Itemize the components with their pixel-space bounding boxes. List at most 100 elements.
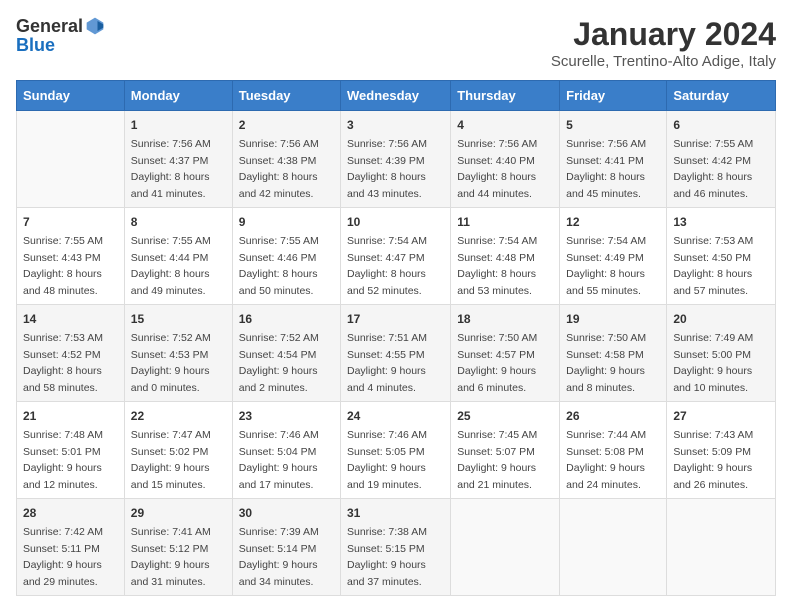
calendar-cell: 10 Sunrise: 7:54 AMSunset: 4:47 PMDayligh… (341, 208, 451, 305)
day-info: Sunrise: 7:56 AMSunset: 4:39 PMDaylight:… (347, 138, 427, 200)
col-tuesday: Tuesday (232, 81, 340, 111)
day-info: Sunrise: 7:45 AMSunset: 5:07 PMDaylight:… (457, 429, 537, 491)
calendar-cell: 22 Sunrise: 7:47 AMSunset: 5:02 PMDayligh… (124, 402, 232, 499)
day-number: 16 (239, 310, 334, 328)
day-info: Sunrise: 7:51 AMSunset: 4:55 PMDaylight:… (347, 332, 427, 394)
calendar-cell (17, 111, 125, 208)
calendar-cell: 23 Sunrise: 7:46 AMSunset: 5:04 PMDayligh… (232, 402, 340, 499)
calendar-cell: 14 Sunrise: 7:53 AMSunset: 4:52 PMDayligh… (17, 305, 125, 402)
calendar-cell: 2 Sunrise: 7:56 AMSunset: 4:38 PMDaylight… (232, 111, 340, 208)
day-number: 11 (457, 213, 553, 231)
day-number: 8 (131, 213, 226, 231)
day-info: Sunrise: 7:52 AMSunset: 4:54 PMDaylight:… (239, 332, 319, 394)
day-info: Sunrise: 7:55 AMSunset: 4:42 PMDaylight:… (673, 138, 753, 200)
calendar-cell: 20Sunrise: 7:49 AMSunset: 5:00 PMDayligh… (667, 305, 776, 402)
day-number: 25 (457, 407, 553, 425)
title-area: January 2024 Scurelle, Trentino-Alto Adi… (551, 16, 776, 70)
day-info: Sunrise: 7:47 AMSunset: 5:02 PMDaylight:… (131, 429, 211, 491)
col-friday: Friday (560, 81, 667, 111)
calendar-cell: 1Sunrise: 7:56 AMSunset: 4:37 PMDaylight… (124, 111, 232, 208)
day-number: 23 (239, 407, 334, 425)
calendar-cell: 27 Sunrise: 7:43 AMSunset: 5:09 PMDayligh… (667, 402, 776, 499)
day-number: 24 (347, 407, 444, 425)
calendar-cell: 5 Sunrise: 7:56 AMSunset: 4:41 PMDaylight… (560, 111, 667, 208)
calendar-cell: 26 Sunrise: 7:44 AMSunset: 5:08 PMDayligh… (560, 402, 667, 499)
day-info: Sunrise: 7:56 AMSunset: 4:40 PMDaylight:… (457, 138, 537, 200)
day-info: Sunrise: 7:56 AMSunset: 4:38 PMDaylight:… (239, 138, 319, 200)
day-number: 15 (131, 310, 226, 328)
calendar-week-row: 1Sunrise: 7:56 AMSunset: 4:37 PMDaylight… (17, 111, 776, 208)
day-info: Sunrise: 7:52 AMSunset: 4:53 PMDaylight:… (131, 332, 211, 394)
day-number: 5 (566, 116, 660, 134)
calendar-cell: 25 Sunrise: 7:45 AMSunset: 5:07 PMDayligh… (451, 402, 560, 499)
day-number: 17 (347, 310, 444, 328)
day-number: 4 (457, 116, 553, 134)
calendar-cell: 18Sunrise: 7:50 AMSunset: 4:57 PMDayligh… (451, 305, 560, 402)
day-info: Sunrise: 7:50 AMSunset: 4:58 PMDaylight:… (566, 332, 646, 394)
day-number: 22 (131, 407, 226, 425)
calendar-cell: 4 Sunrise: 7:56 AMSunset: 4:40 PMDaylight… (451, 111, 560, 208)
day-number: 2 (239, 116, 334, 134)
day-number: 31 (347, 504, 444, 522)
day-info: Sunrise: 7:53 AMSunset: 4:50 PMDaylight:… (673, 235, 753, 297)
day-number: 20 (673, 310, 769, 328)
month-year-title: January 2024 (551, 16, 776, 53)
day-info: Sunrise: 7:55 AMSunset: 4:43 PMDaylight:… (23, 235, 103, 297)
day-info: Sunrise: 7:46 AMSunset: 5:05 PMDaylight:… (347, 429, 427, 491)
calendar-week-row: 7 Sunrise: 7:55 AMSunset: 4:43 PMDaylight… (17, 208, 776, 305)
day-info: Sunrise: 7:44 AMSunset: 5:08 PMDaylight:… (566, 429, 646, 491)
day-number: 29 (131, 504, 226, 522)
calendar-week-row: 21Sunrise: 7:48 AMSunset: 5:01 PMDayligh… (17, 402, 776, 499)
calendar-cell: 30Sunrise: 7:39 AMSunset: 5:14 PMDayligh… (232, 499, 340, 596)
day-number: 26 (566, 407, 660, 425)
calendar-cell: 29 Sunrise: 7:41 AMSunset: 5:12 PMDayligh… (124, 499, 232, 596)
col-saturday: Saturday (667, 81, 776, 111)
day-info: Sunrise: 7:46 AMSunset: 5:04 PMDaylight:… (239, 429, 319, 491)
day-info: Sunrise: 7:43 AMSunset: 5:09 PMDaylight:… (673, 429, 753, 491)
day-number: 27 (673, 407, 769, 425)
calendar-cell: 19Sunrise: 7:50 AMSunset: 4:58 PMDayligh… (560, 305, 667, 402)
calendar-cell: 13Sunrise: 7:53 AMSunset: 4:50 PMDayligh… (667, 208, 776, 305)
day-info: Sunrise: 7:56 AMSunset: 4:41 PMDaylight:… (566, 138, 646, 200)
calendar-week-row: 14 Sunrise: 7:53 AMSunset: 4:52 PMDayligh… (17, 305, 776, 402)
day-info: Sunrise: 7:55 AMSunset: 4:46 PMDaylight:… (239, 235, 319, 297)
col-thursday: Thursday (451, 81, 560, 111)
calendar-cell (667, 499, 776, 596)
calendar-cell: 8 Sunrise: 7:55 AMSunset: 4:44 PMDaylight… (124, 208, 232, 305)
day-number: 1 (131, 116, 226, 134)
day-info: Sunrise: 7:54 AMSunset: 4:47 PMDaylight:… (347, 235, 427, 297)
day-info: Sunrise: 7:55 AMSunset: 4:44 PMDaylight:… (131, 235, 211, 297)
col-wednesday: Wednesday (341, 81, 451, 111)
day-number: 9 (239, 213, 334, 231)
calendar-cell: 12 Sunrise: 7:54 AMSunset: 4:49 PMDayligh… (560, 208, 667, 305)
day-number: 12 (566, 213, 660, 231)
day-number: 30 (239, 504, 334, 522)
day-info: Sunrise: 7:54 AMSunset: 4:49 PMDaylight:… (566, 235, 646, 297)
calendar-cell (560, 499, 667, 596)
calendar-cell: 16 Sunrise: 7:52 AMSunset: 4:54 PMDayligh… (232, 305, 340, 402)
calendar-cell: 7 Sunrise: 7:55 AMSunset: 4:43 PMDaylight… (17, 208, 125, 305)
logo-icon (85, 16, 105, 36)
header: General Blue January 2024 Scurelle, Tren… (16, 16, 776, 70)
calendar-cell (451, 499, 560, 596)
day-info: Sunrise: 7:42 AMSunset: 5:11 PMDaylight:… (23, 526, 103, 588)
day-number: 28 (23, 504, 118, 522)
day-info: Sunrise: 7:38 AMSunset: 5:15 PMDaylight:… (347, 526, 427, 588)
day-info: Sunrise: 7:48 AMSunset: 5:01 PMDaylight:… (23, 429, 103, 491)
calendar-week-row: 28 Sunrise: 7:42 AMSunset: 5:11 PMDayligh… (17, 499, 776, 596)
col-sunday: Sunday (17, 81, 125, 111)
calendar-header-row: Sunday Monday Tuesday Wednesday Thursday… (17, 81, 776, 111)
day-number: 7 (23, 213, 118, 231)
day-number: 14 (23, 310, 118, 328)
calendar-cell: 11Sunrise: 7:54 AMSunset: 4:48 PMDayligh… (451, 208, 560, 305)
day-number: 3 (347, 116, 444, 134)
col-monday: Monday (124, 81, 232, 111)
day-number: 10 (347, 213, 444, 231)
calendar-cell: 15 Sunrise: 7:52 AMSunset: 4:53 PMDayligh… (124, 305, 232, 402)
calendar-cell: 6Sunrise: 7:55 AMSunset: 4:42 PMDaylight… (667, 111, 776, 208)
logo: General Blue (16, 16, 105, 56)
day-info: Sunrise: 7:41 AMSunset: 5:12 PMDaylight:… (131, 526, 211, 588)
calendar-cell: 21Sunrise: 7:48 AMSunset: 5:01 PMDayligh… (17, 402, 125, 499)
day-info: Sunrise: 7:53 AMSunset: 4:52 PMDaylight:… (23, 332, 103, 394)
calendar-cell: 3 Sunrise: 7:56 AMSunset: 4:39 PMDaylight… (341, 111, 451, 208)
